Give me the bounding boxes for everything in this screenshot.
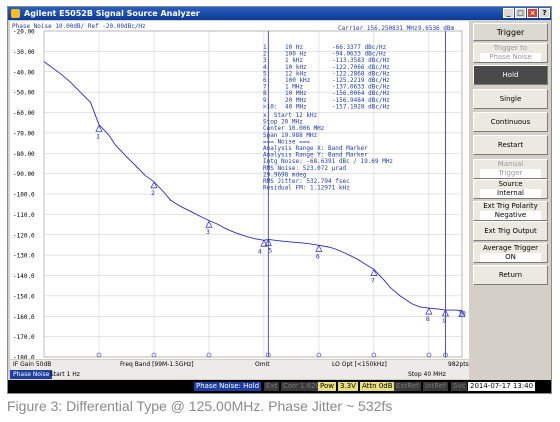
analyzer-window: Agilent E5052B Signal Source Analyzer _ … <box>7 6 552 394</box>
intref-status: IntRef <box>423 382 448 391</box>
extref-status: ExtRef <box>394 382 421 391</box>
mode-tab[interactable]: Phase Noise <box>10 370 53 379</box>
ext-status: Ext <box>264 382 280 391</box>
softkey-value: Phase Noise <box>480 53 541 62</box>
softkey-label: Trigger to <box>493 44 528 52</box>
softkey-value: Internal <box>480 189 541 198</box>
start-freq-status: Start 1 Hz <box>50 371 80 378</box>
y-tick-label: -130.0 <box>13 253 35 260</box>
marker-label: 1 <box>96 132 100 140</box>
y-tick-label: -50.00 <box>13 90 35 97</box>
analysis-line: Residual FM: 1.12971 kHz <box>263 185 350 192</box>
marker-label: 9 <box>442 317 446 325</box>
status-row-1: IF Gain 50dB Freq Band [99M-1.5GHz] Omit… <box>10 360 469 370</box>
window-title: Agilent E5052B Signal Source Analyzer <box>24 9 200 18</box>
softkey-label: Single <box>499 94 522 103</box>
datetime-status: 2014-07-17 13:40 <box>468 382 536 391</box>
close-button[interactable]: × <box>527 8 538 18</box>
maximize-button[interactable]: □ <box>515 8 526 18</box>
marker-row-value: -157.1928 dBc/Hz <box>332 103 390 110</box>
panel-title: Trigger <box>473 23 548 41</box>
corr-status: Corr 1.620 <box>281 382 323 391</box>
softkey-continuous[interactable]: Continuous <box>473 112 548 132</box>
y-tick-label: -30.00 <box>13 49 35 56</box>
marker-row-index: >10: <box>263 103 277 110</box>
points-status: 982pts <box>448 361 469 368</box>
y-tick-label: -180.0 <box>13 355 35 360</box>
stop-freq-status: Stop 40 MHz <box>408 371 446 378</box>
y-tick-label: -100.0 <box>13 192 35 199</box>
y-tick-label: -80.00 <box>13 151 35 158</box>
marker-row-freq: 40 MHz <box>285 103 307 110</box>
softkey-hold[interactable]: Hold <box>473 65 548 85</box>
marker-label: 7 <box>371 277 375 285</box>
marker-label: 3 <box>206 228 210 236</box>
softkey-value: Negative <box>480 211 541 220</box>
softkey-return[interactable]: Return <box>473 265 548 285</box>
y-tick-label: -160.0 <box>13 314 35 321</box>
softkey-trigger-to[interactable]: Trigger to Phase Noise <box>473 43 548 63</box>
omit-status: Omit <box>255 361 270 368</box>
softkey-restart[interactable]: Restart <box>473 135 548 155</box>
softkey-label: Restart <box>497 140 524 149</box>
phase-noise-chart-pane: -20.00 -30.00 -40.00 -50.00 -60.00 -70.00 -80.… <box>10 21 469 359</box>
carrier-readout: Carrier 156.250831 MHz <box>338 25 418 32</box>
softkey-label: Return <box>498 270 523 279</box>
marker-label: 4 <box>258 247 262 255</box>
y-tick-label: -120.0 <box>13 232 35 239</box>
softkey-ext-trig-polarity[interactable]: Ext Trig Polarity Negative <box>473 201 548 221</box>
softkey-label: Continuous <box>490 117 531 126</box>
panel-title-text: Trigger <box>496 27 525 37</box>
softkey-label: Manual <box>497 160 524 168</box>
softkey-label: Ext Trig Output <box>484 226 537 235</box>
y-tick-label: -90.00 <box>13 171 35 178</box>
agilent-logo-icon <box>11 9 20 18</box>
softkey-ext-trig-output[interactable]: Ext Trig Output <box>473 221 548 241</box>
status-row-2: Phase Noise Start 1 Hz Stop 40 MHz <box>10 370 469 379</box>
softkey-label: Average Trigger <box>482 244 539 252</box>
y-tick-label: -140.0 <box>13 273 35 280</box>
pow-status: Pow <box>318 382 336 391</box>
help-button[interactable]: ? <box>539 8 550 18</box>
y-tick-label: -60.00 <box>13 110 35 117</box>
y-tick-label: -170.0 <box>13 334 35 341</box>
if-gain-status: IF Gain 50dB <box>13 361 52 368</box>
softkey-source[interactable]: Source Internal <box>473 179 548 199</box>
softkey-manual[interactable]: Manual Trigger <box>473 159 548 179</box>
freq-band-status: Freq Band [99M-1.5GHz] <box>120 361 194 368</box>
softkey-label: Ext Trig Polarity <box>483 202 538 210</box>
measurement-status[interactable]: Phase Noise: Hold <box>194 382 262 391</box>
y-tick-label: -40.00 <box>13 69 35 76</box>
attn-status: Attn 0dB <box>360 382 395 391</box>
marker-label: 10 <box>458 310 466 318</box>
softkey-average-trigger[interactable]: Average Trigger ON <box>473 243 548 263</box>
softkey-label: Source <box>498 180 523 188</box>
y-tick-label: -110.0 <box>13 212 35 219</box>
minimize-button[interactable]: _ <box>503 8 514 18</box>
title-bar: Agilent E5052B Signal Source Analyzer _ … <box>8 7 551 20</box>
softkey-single[interactable]: Single <box>473 89 548 109</box>
trace-header-left: Phase Noise 10.00dB/ Ref -20.00dBc/Hz <box>12 23 146 30</box>
softkey-value: Trigger <box>480 169 541 178</box>
softkey-label: Hold <box>502 70 519 79</box>
marker-label: 6 <box>316 252 320 260</box>
softkey-panel: Trigger Trigger to Phase Noise Hold Single C… <box>470 21 551 379</box>
bottom-status-bar: Phase Noise: Hold Ext Corr 1.620 Pow 3.3… <box>8 380 551 393</box>
y-tick-label: -150.0 <box>13 293 35 300</box>
y-tick-label: -70.00 <box>13 130 35 137</box>
marker-label: 8 <box>426 315 430 323</box>
carrier-power-readout: 9.6536 dBm <box>418 25 455 32</box>
marker-label: 5 <box>268 246 272 254</box>
pow-voltage: 3.3V <box>338 382 358 391</box>
softkey-value: ON <box>480 253 541 262</box>
marker-label: 2 <box>151 189 155 197</box>
svc-status: Svc <box>451 382 468 391</box>
figure-caption: Figure 3: Differential Type @ 125.00MHz.… <box>7 398 393 414</box>
lo-opt-status: LO Opt [<150kHz] <box>332 361 387 368</box>
phase-noise-chart: -20.00-30.00-40.00-50.00-60.00-70.00-80.… <box>10 21 469 359</box>
